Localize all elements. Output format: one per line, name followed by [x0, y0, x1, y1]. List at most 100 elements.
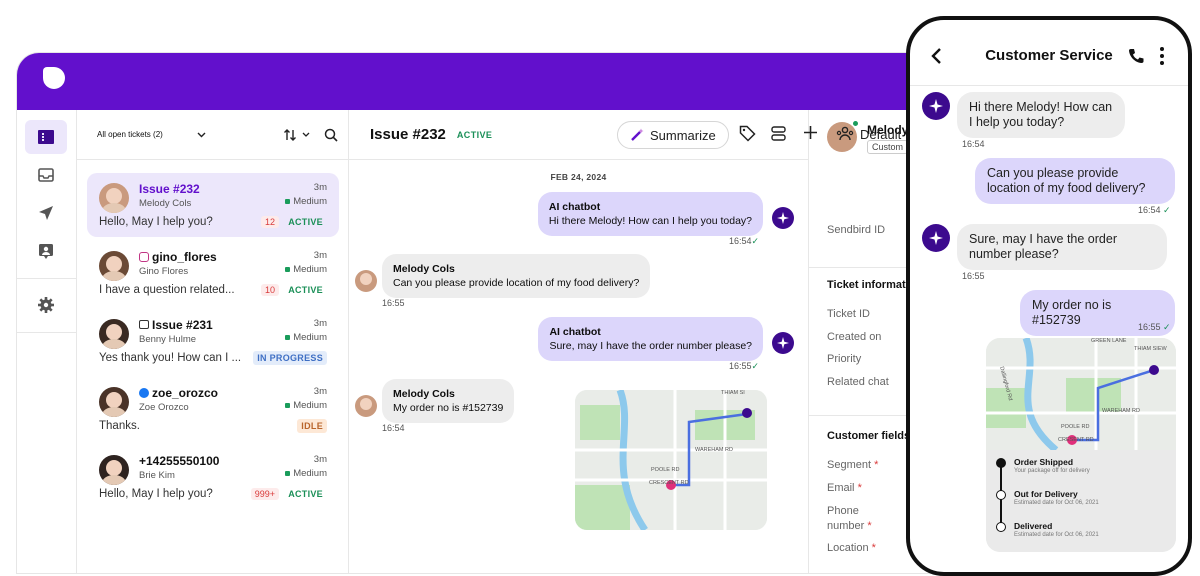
map-street-label: THIAM SIEW: [1134, 346, 1167, 352]
sidebar-item-contacts[interactable]: [25, 234, 67, 268]
ticket-customer-name: Zoe Orozco: [139, 402, 189, 413]
sidebar-item-inbox[interactable]: [25, 158, 67, 192]
step-subtitle: Estimated date for Oct 06, 2021: [1014, 532, 1099, 538]
ticket-last-message: Hello, May I help you?: [99, 216, 213, 228]
ticket-time: 3m: [313, 182, 327, 193]
ticket-list-item[interactable]: gino_flores Gino Flores 3m Medium I have…: [87, 241, 339, 305]
message-bubble: Melody Cols Can you please provide locat…: [382, 254, 651, 298]
ticket-priority: Medium: [285, 196, 327, 207]
summarize-button[interactable]: Summarize: [617, 121, 729, 149]
facebook-icon: [139, 388, 149, 398]
message-text: My order no is #152739: [393, 402, 504, 414]
top-bar: [17, 53, 1017, 110]
sendbird-logo-icon[interactable]: [43, 67, 65, 89]
chevron-down-icon: [302, 132, 310, 137]
ticket-customer-name: Benny Hulme: [139, 334, 197, 345]
field-label: Created on: [827, 331, 882, 343]
phone-title: Customer Service: [985, 47, 1113, 64]
step-title: Delivered: [1014, 521, 1053, 531]
search-icon[interactable]: [324, 128, 338, 142]
ticket-customer-name: Brie Kim: [139, 470, 175, 481]
required-marker: *: [871, 542, 876, 554]
sidebar-item-tickets[interactable]: [25, 120, 67, 154]
tracking-timeline: Order Shipped Your package off for deliv…: [986, 450, 1176, 552]
chevron-down-icon: [197, 132, 206, 137]
ai-bot-avatar: [922, 224, 950, 252]
message-text: Hi there Melody! How can I help you toda…: [548, 215, 752, 227]
step-title: Order Shipped: [1014, 457, 1074, 467]
issue-status-badge: ACTIVE: [456, 129, 493, 140]
ticket-list-item[interactable]: zoe_orozco Zoe Orozco 3m Medium Thanks. …: [87, 377, 339, 441]
customer-fields-heading: Customer fields: [827, 430, 911, 442]
avatar: [99, 387, 129, 417]
ticket-list-item[interactable]: Issue #232 Melody Cols 3m Medium Hello, …: [87, 173, 339, 237]
ticket-list-panel: All open tickets (2) Issue #232 Melody C…: [77, 110, 349, 573]
message-time: 16:54✓: [729, 236, 759, 247]
ticket-title: Issue #232: [139, 182, 200, 196]
ticket-title-text: Issue #231: [152, 318, 213, 332]
map-street-label: CRESCENT RD: [649, 480, 689, 486]
unread-count-badge: 10: [260, 284, 279, 296]
sort-arrows-icon: [284, 128, 296, 141]
field-label-text: Segment: [827, 459, 872, 471]
message-bubble: Melody Cols My order no is #152739: [382, 379, 515, 423]
avatar: [355, 395, 377, 417]
message-time-text: 16:55: [1138, 322, 1161, 332]
phone-header: Customer Service: [910, 20, 1188, 86]
status-badge: ACTIVE: [288, 489, 323, 499]
map-street-label: POOLE RD: [651, 467, 680, 473]
sidebar-item-settings[interactable]: [25, 288, 67, 322]
message-sender: AI chatbot: [548, 201, 601, 213]
map-image[interactable]: THIAM SI WAREHAM RD POOLE RD CRESCENT RD: [575, 390, 767, 530]
message-time-text: 16:54: [1138, 205, 1161, 215]
send-icon: [39, 206, 53, 220]
sort-button[interactable]: [283, 128, 310, 142]
step-subtitle: Estimated date for Oct 06, 2021: [1014, 500, 1099, 506]
ticket-filter-dropdown[interactable]: All open tickets (2): [97, 130, 206, 139]
message-bubble: AI chatbot Hi there Melody! How can I he…: [537, 192, 763, 236]
ticket-list-header: All open tickets (2): [77, 110, 348, 160]
assignee-dropdown[interactable]: Default: [860, 127, 901, 142]
field-label-text: Location: [827, 542, 869, 554]
avatar: [99, 319, 129, 349]
transfer-icon[interactable]: [770, 125, 787, 142]
map-street-label: CRESENT RD: [1058, 437, 1094, 443]
ticket-list-item[interactable]: +14255550100 Brie Kim 3m Medium Hello, M…: [87, 445, 339, 509]
status-badge: ACTIVE: [288, 285, 323, 295]
message-text: Sure, may I have the order number please…: [549, 340, 752, 352]
phone-call-icon[interactable]: [1128, 48, 1144, 64]
ticket-title-text: gino_flores: [152, 250, 217, 264]
field-label: Priority: [827, 353, 862, 365]
tag-icon[interactable]: [739, 125, 756, 142]
avatar: [355, 270, 377, 292]
magic-wand-icon: [631, 128, 644, 141]
sparkle-icon: [777, 212, 789, 224]
map-drawing: [575, 390, 767, 530]
unread-count-badge: 12: [260, 216, 279, 228]
more-vertical-icon[interactable]: [1160, 47, 1164, 65]
ticket-info-heading: Ticket informat: [827, 279, 906, 291]
message-time: 16:55 ✓: [1138, 322, 1171, 333]
ticket-time: 3m: [313, 386, 327, 397]
ai-bot-avatar: [772, 207, 794, 229]
team-icon[interactable]: [836, 125, 854, 143]
message-time: 16:54 ✓: [1138, 205, 1171, 216]
ai-bot-avatar: [772, 332, 794, 354]
instagram-icon: [139, 252, 149, 262]
delivery-tracking-card[interactable]: GREEN LANE THIAM SIEW WAREHAM RD POOLE R…: [986, 338, 1176, 552]
message-sender: Melody Cols: [393, 263, 455, 275]
field-label: Segment *: [827, 459, 878, 471]
ticket-title: +14255550100: [139, 454, 220, 468]
gear-icon: [38, 297, 54, 313]
field-label: Email *: [827, 482, 862, 494]
map-street-label: WAREHAM RD: [695, 447, 733, 453]
status-badge: IN PROGRESS: [253, 351, 327, 365]
ticket-priority: Medium: [285, 400, 327, 411]
ticket-last-message: Thanks.: [99, 420, 140, 432]
step-pending-dot: [996, 522, 1006, 532]
ticket-title: zoe_orozco: [139, 386, 218, 400]
sidebar-item-outbound[interactable]: [25, 196, 67, 230]
ticket-priority: Medium: [285, 332, 327, 343]
contact-card-icon: [39, 244, 53, 259]
ticket-list-item[interactable]: Issue #231 Benny Hulme 3m Medium Yes tha…: [87, 309, 339, 373]
